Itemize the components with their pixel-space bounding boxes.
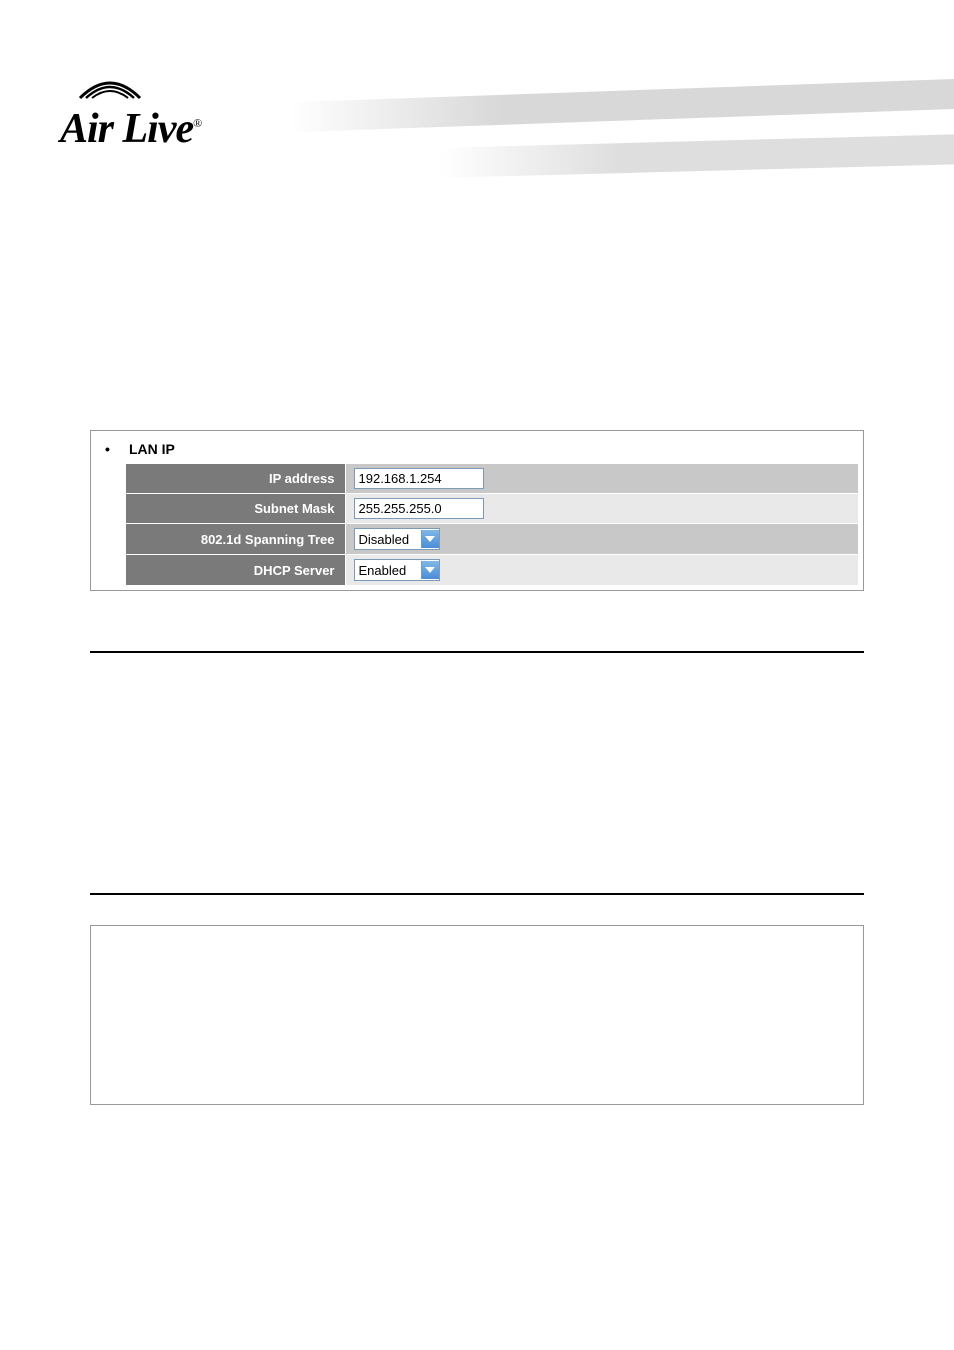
ip-address-input[interactable] — [354, 468, 484, 489]
ip-address-row: IP address — [95, 464, 859, 494]
brand-logo: Air Live® — [60, 60, 240, 153]
spanning-tree-label: 802.1d Spanning Tree — [125, 524, 345, 555]
subnet-mask-row: Subnet Mask — [95, 494, 859, 524]
chevron-down-icon — [421, 561, 439, 579]
dhcp-server-row: DHCP Server Enabled — [95, 555, 859, 586]
spanning-tree-select[interactable]: Disabled — [354, 528, 440, 550]
section-divider — [90, 893, 864, 895]
logo-arc-icon — [60, 60, 240, 100]
subnet-mask-input[interactable] — [354, 498, 484, 519]
brand-name: Air Live® — [60, 105, 240, 153]
spanning-tree-row: 802.1d Spanning Tree Disabled — [95, 524, 859, 555]
page-header: Air Live® — [0, 0, 954, 200]
dhcp-server-value: Enabled — [359, 563, 417, 578]
section-divider — [90, 651, 864, 653]
empty-panel — [90, 925, 864, 1105]
dhcp-server-label: DHCP Server — [125, 555, 345, 586]
bullet-icon: • — [95, 435, 125, 464]
lan-ip-title: LAN IP — [125, 435, 859, 464]
header-swoosh — [290, 70, 954, 200]
spanning-tree-value: Disabled — [359, 532, 417, 547]
ip-address-label: IP address — [125, 464, 345, 494]
chevron-down-icon — [421, 530, 439, 548]
subnet-mask-label: Subnet Mask — [125, 494, 345, 524]
content-spacer — [90, 683, 864, 883]
registered-mark: ® — [193, 116, 201, 130]
dhcp-server-select[interactable]: Enabled — [354, 559, 440, 581]
lan-ip-table: • LAN IP IP address Subnet Mask 802.1d S… — [95, 435, 859, 586]
lan-ip-panel: • LAN IP IP address Subnet Mask 802.1d S… — [90, 430, 864, 591]
page-content: • LAN IP IP address Subnet Mask 802.1d S… — [0, 430, 954, 1105]
lan-ip-title-row: • LAN IP — [95, 435, 859, 464]
